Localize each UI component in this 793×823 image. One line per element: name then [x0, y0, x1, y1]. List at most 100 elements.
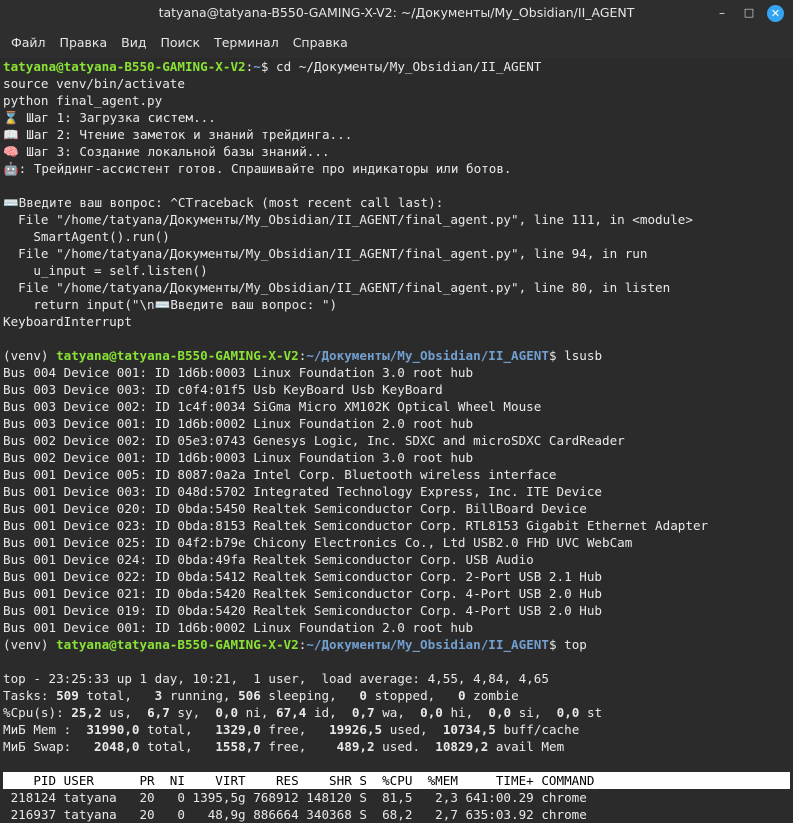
output-line: python final_agent.py [3, 93, 163, 108]
usb-device-line: Bus 003 Device 001: ID 1d6b:0002 Linux F… [3, 416, 474, 431]
usb-device-line: Bus 002 Device 001: ID 1d6b:0003 Linux F… [3, 450, 474, 465]
stat-label: id, [306, 705, 352, 720]
process-row: 218124 tatyana 20 0 1395,5g 768912 14812… [3, 790, 587, 805]
top-blank-line [3, 755, 790, 772]
prompt-line: (venv) tatyana@tatyana-B550-GAMING-X-V2:… [3, 347, 790, 364]
stat-value: 10734,5 [442, 722, 496, 737]
stat-label: zombie [465, 688, 519, 703]
top-summary: top - 23:25:33 up 1 day, 10:21, 1 user, … [3, 671, 549, 686]
output-line: KeyboardInterrupt [3, 314, 132, 329]
stat-value: 509 [56, 688, 79, 703]
output-line: source venv/bin/activate [3, 76, 185, 91]
stat-label: avail Mem [488, 739, 565, 754]
usb-device-line: Bus 001 Device 023: ID 0bda:8153 Realtek… [3, 518, 709, 533]
output-line: ⌨️Введите ваш вопрос: ^CTraceback (most … [3, 195, 444, 210]
maximize-icon[interactable]: □ [741, 5, 757, 21]
window-title: tatyana@tatyana-B550-GAMING-X-V2: ~/Доку… [158, 5, 635, 20]
stat-value: 1558,7 [215, 739, 261, 754]
stat-label: buff/cache [495, 722, 580, 737]
stat-label: hi, [442, 705, 489, 720]
usb-device-line: Bus 001 Device 021: ID 0bda:5420 Realtek… [3, 586, 602, 601]
minimize-icon[interactable]: – [714, 5, 730, 21]
process-row: 216937 tatyana 20 0 48,9g 886664 340368 … [3, 807, 587, 822]
stat-label: us, [101, 705, 148, 720]
prompt-user-host: tatyana@tatyana-B550-GAMING-X-V2 [56, 637, 299, 652]
output-line: 📖 Шаг 2: Чтение заметок и знаний трейдин… [3, 127, 353, 142]
stat-value: 1329,0 [215, 722, 261, 737]
prompt-user-host: tatyana@tatyana-B550-GAMING-X-V2 [3, 59, 246, 74]
usb-device-line: Bus 001 Device 022: ID 0bda:5412 Realtek… [3, 569, 602, 584]
output-line: File "/home/tatyana/Документы/My_Obsidia… [3, 280, 671, 295]
stat-value: 0,0 [488, 705, 512, 720]
prompt-dollar: $ [548, 637, 565, 652]
lsusb-output: Bus 004 Device 001: ID 1d6b:0003 Linux F… [3, 364, 790, 636]
usb-device-line: Bus 002 Device 002: ID 05e3:0743 Genesys… [3, 433, 625, 448]
stat-label: ni, [238, 705, 277, 720]
stat-label: running, [162, 688, 239, 703]
output-line: u_input = self.listen() [3, 263, 208, 278]
output-line: 🧠 Шаг 3: Создание локальной базы знаний.… [3, 144, 330, 159]
stat-label: sy, [169, 705, 216, 720]
usb-device-line: Bus 001 Device 025: ID 04f2:b79e Chicony… [3, 535, 633, 550]
menu-file[interactable]: Файл [4, 35, 53, 50]
stat-label: si, [511, 705, 557, 720]
stat-value: 6,7 [147, 705, 170, 720]
output-line: 🤖: Трейдинг-ассистент готов. Спрашивайте… [3, 161, 512, 176]
stat-value: 0,0 [215, 705, 239, 720]
stat-label: used. [374, 739, 436, 754]
stat-value: 0,0 [556, 705, 580, 720]
top-tasks: Tasks: 509 total, 3 running, 506 sleepin… [3, 687, 790, 704]
menu-edit[interactable]: Правка [53, 35, 115, 50]
output-line: SmartAgent().run() [3, 229, 170, 244]
usb-device-line: Bus 004 Device 001: ID 1d6b:0003 Linux F… [3, 365, 474, 380]
usb-device-line: Bus 001 Device 003: ID 048d:5702 Integra… [3, 484, 602, 499]
output-line: ⌛ Шаг 1: Загрузка систем... [3, 110, 216, 125]
stat-label: stopped, [367, 688, 458, 703]
stat-value: 2048,0 [94, 739, 140, 754]
stat-label: МиБ Swap: [3, 739, 94, 754]
command-text: lsusb [564, 348, 603, 363]
menu-view[interactable]: Вид [114, 35, 153, 50]
window-titlebar[interactable]: tatyana@tatyana-B550-GAMING-X-V2: ~/Доку… [0, 0, 793, 26]
menu-bar: Файл Правка Вид Поиск Терминал Справка [0, 26, 793, 58]
stat-label: Tasks: [3, 688, 57, 703]
venv-label: (venv) [3, 348, 57, 363]
stat-label: sleeping, [260, 688, 360, 703]
stat-value: 25,2 [71, 705, 102, 720]
menu-terminal[interactable]: Терминал [207, 35, 286, 50]
top-blank-line [3, 653, 790, 670]
top-mem: МиБ Mem : 31990,0 total, 1329,0 free, 19… [3, 721, 790, 738]
stat-value: 489,2 [336, 739, 375, 754]
output-line: File "/home/tatyana/Документы/My_Obsidia… [3, 246, 648, 261]
stat-label: МиБ Mem : [3, 722, 87, 737]
usb-device-line: Bus 003 Device 002: ID 1c4f:0034 SiGma M… [3, 399, 542, 414]
stat-label: total, [139, 739, 216, 754]
menu-help[interactable]: Справка [286, 35, 355, 50]
stat-label: wa, [374, 705, 421, 720]
prompt-line: tatyana@tatyana-B550-GAMING-X-V2:~$ cd ~… [3, 58, 790, 75]
stat-label: free, [260, 722, 330, 737]
command-text: top [564, 637, 587, 652]
stat-label: total, [139, 722, 216, 737]
venv-label: (venv) [3, 637, 57, 652]
top-cpu: %Cpu(s): 25,2 us, 6,7 sy, 0,0 ni, 67,4 i… [3, 704, 790, 721]
prompt-path: ~/Документы/My_Obsidian/II_AGENT [306, 637, 549, 652]
usb-device-line: Bus 001 Device 024: ID 0bda:49fa Realtek… [3, 552, 534, 567]
close-icon[interactable]: ✕ [767, 5, 784, 22]
process-table: 218124 tatyana 20 0 1395,5g 768912 14812… [3, 789, 790, 823]
command-text: cd ~/Документы/My_Obsidian/II_AGENT [276, 59, 542, 74]
usb-device-line: Bus 001 Device 005: ID 8087:0a2a Intel C… [3, 467, 557, 482]
top-swap: МиБ Swap: 2048,0 total, 1558,7 free, 489… [3, 738, 790, 755]
usb-device-line: Bus 003 Device 003: ID c0f4:01f5 Usb Key… [3, 382, 443, 397]
terminal-output[interactable]: tatyana@tatyana-B550-GAMING-X-V2:~$ cd ~… [0, 58, 793, 823]
stat-label: free, [260, 739, 337, 754]
stat-value: 0,0 [420, 705, 443, 720]
stat-value: 0 [359, 688, 367, 703]
stat-label: %Cpu(s): [3, 705, 72, 720]
process-table-header: PID USER PR NI VIRT RES SHR S %CPU %MEM … [3, 772, 790, 789]
stat-value: 31990,0 [86, 722, 140, 737]
stat-label: st [579, 705, 603, 720]
menu-search[interactable]: Поиск [153, 35, 207, 50]
prompt-dollar: $ [260, 59, 276, 74]
